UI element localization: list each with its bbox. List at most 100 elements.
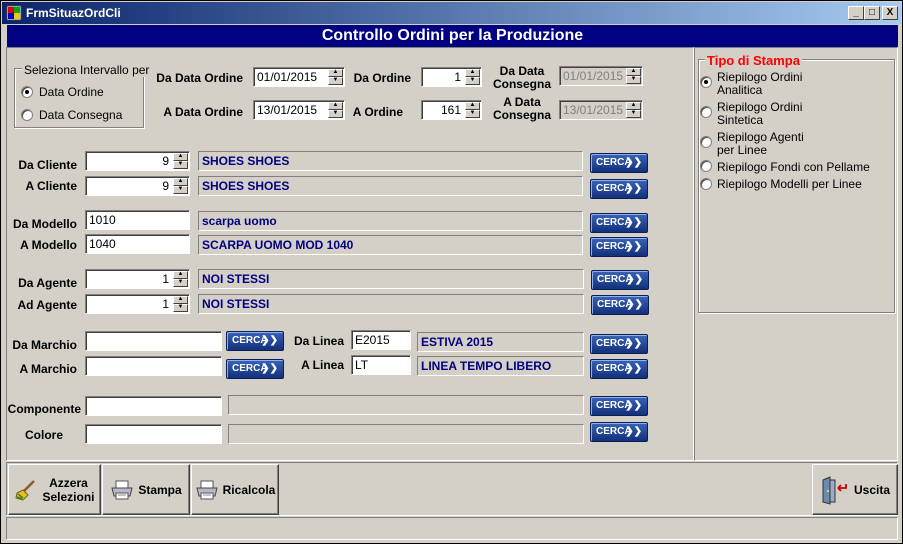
spin-up-icon[interactable]: ▲ [328,102,343,110]
spin-down-icon[interactable]: ▼ [173,304,188,312]
da-linea-field[interactable]: E2015 [351,330,411,350]
da-data-consegna-field: 01/01/2015 ▲ ▼ [559,66,643,86]
a-cliente-field[interactable]: 9 ▲ ▼ [85,176,190,196]
stampa-button[interactable]: Stampa [102,464,190,515]
azzera-label: Azzera Selezioni [42,476,94,504]
da-data-ordine-spin[interactable]: ▲ ▼ [328,69,343,85]
minimize-button[interactable]: _ [848,6,864,20]
a-data-ordine-field[interactable]: 13/01/2015 ▲ ▼ [253,100,345,120]
cerca-da-agente-button[interactable]: CERCA ❯❯ [591,270,649,290]
da-agente-spin[interactable]: ▲ ▼ [173,271,188,287]
stampa-group-title: Tipo di Stampa [705,53,802,68]
a-marchio-field[interactable] [85,356,222,376]
spin-up-icon[interactable]: ▲ [173,153,188,161]
azzera-selezioni-button[interactable]: Azzera Selezioni [8,464,101,515]
ad-agente-value: 1 [162,297,169,311]
page-title: Controllo Ordini per la Produzione [7,25,898,47]
cerca-componente-button[interactable]: CERCA ❯❯ [590,396,648,416]
da-ordine-spin[interactable]: ▲ ▼ [465,69,480,85]
chevron-right-icon: ❯❯ [261,363,278,374]
radio-riepilogo-fondi[interactable] [700,160,712,172]
spin-down-icon: ▼ [626,110,641,118]
cerca-da-cliente-button[interactable]: CERCA ❯❯ [590,153,648,173]
spin-up-icon[interactable]: ▲ [328,69,343,77]
cerca-da-linea-button[interactable]: CERCA ❯❯ [590,334,648,354]
radio-riepilogo-agenti[interactable] [700,136,712,148]
radio-data-ordine[interactable] [21,86,33,98]
chevron-right-icon: ❯❯ [625,241,642,252]
cerca-colore-button[interactable]: CERCA ❯❯ [590,422,648,442]
chevron-right-icon: ❯❯ [625,426,642,437]
componente-field[interactable] [85,396,222,416]
da-data-ordine-value: 01/01/2015 [257,70,318,84]
label-line: per Linee [717,143,768,157]
da-marchio-field[interactable] [85,331,222,351]
printer-icon [111,480,133,499]
radio-riepilogo-ordini-sintetica[interactable] [700,106,712,118]
spin-down-icon[interactable]: ▼ [328,77,343,85]
cerca-a-modello-button[interactable]: CERCA ❯❯ [590,237,648,257]
a-modello-desc: SCARPA UOMO MOD 1040 [198,235,583,255]
spin-up-icon: ▲ [626,68,641,76]
cerca-a-cliente-button[interactable]: CERCA ❯❯ [590,179,648,199]
radio-data-consegna[interactable] [21,109,33,121]
cerca-a-marchio-button[interactable]: CERCA ❯❯ [226,359,284,379]
da-data-ordine-field[interactable]: 01/01/2015 ▲ ▼ [253,67,345,87]
azzera-label-2: Selezioni [42,489,95,504]
title-bar[interactable]: FrmSituazOrdCli _ □ X [2,2,901,24]
uscita-button[interactable]: Uscita [812,464,898,515]
cerca-a-linea-button[interactable]: CERCA ❯❯ [590,359,648,379]
spin-down-icon[interactable]: ▼ [465,77,480,85]
componente-desc [228,395,584,415]
colore-desc [228,424,584,444]
ricalcola-button[interactable]: Ricalcola [191,464,279,515]
spin-up-icon[interactable]: ▲ [173,296,188,304]
ad-agente-spin[interactable]: ▲ ▼ [173,296,188,312]
window-title: FrmSituazOrdCli [26,6,121,20]
radio-riepilogo-modelli[interactable] [700,178,712,190]
a-ordine-field[interactable]: 161 ▲ ▼ [421,100,482,120]
spin-up-icon[interactable]: ▲ [465,102,480,110]
spin-down-icon[interactable]: ▼ [465,110,480,118]
da-data-consegna-label-2: Consegna [492,77,551,91]
spin-down-icon[interactable]: ▼ [173,161,188,169]
label-line: Analitica [717,83,763,97]
colore-field[interactable] [85,424,222,444]
a-marchio-label: A Marchio [19,362,77,376]
interval-group-title: Seleziona Intervallo per [22,63,152,77]
spin-up-icon[interactable]: ▲ [173,271,188,279]
close-button[interactable]: X [882,6,898,20]
a-linea-field[interactable]: LT [351,355,411,375]
ad-agente-label: Ad Agente [17,298,77,312]
spin-down-icon: ▼ [626,76,641,84]
a-data-consegna-spin: ▲ ▼ [626,102,641,118]
da-ordine-value: 1 [454,70,461,84]
cerca-da-modello-button[interactable]: CERCA ❯❯ [590,213,648,233]
spin-up-icon[interactable]: ▲ [465,69,480,77]
cerca-ad-agente-button[interactable]: CERCA ❯❯ [591,295,649,315]
spin-up-icon[interactable]: ▲ [173,178,188,186]
ad-agente-field[interactable]: 1 ▲ ▼ [85,294,190,314]
maximize-button[interactable]: □ [864,6,880,20]
ricalcola-label: Ricalcola [222,482,276,497]
radio-riepilogo-ordini-analitica[interactable] [700,76,712,88]
da-modello-field[interactable]: 1010 [85,210,190,230]
a-data-ordine-spin[interactable]: ▲ ▼ [328,102,343,118]
chevron-right-icon: ❯❯ [626,299,643,310]
da-agente-field[interactable]: 1 ▲ ▼ [85,269,190,289]
spin-down-icon[interactable]: ▼ [173,279,188,287]
a-ordine-spin[interactable]: ▲ ▼ [465,102,480,118]
cerca-da-marchio-button[interactable]: CERCA ❯❯ [226,331,284,351]
spin-down-icon[interactable]: ▼ [328,110,343,118]
da-ordine-field[interactable]: 1 ▲ ▼ [421,67,482,87]
da-cliente-field[interactable]: 9 ▲ ▼ [85,151,190,171]
da-cliente-spin[interactable]: ▲ ▼ [173,153,188,169]
spin-down-icon[interactable]: ▼ [173,186,188,194]
chevron-right-icon: ❯❯ [261,335,278,346]
chevron-right-icon: ❯❯ [625,363,642,374]
a-modello-label: A Modello [20,238,77,252]
a-modello-field[interactable]: 1040 [85,234,190,254]
a-cliente-spin[interactable]: ▲ ▼ [173,178,188,194]
app-icon [6,5,22,21]
window: FrmSituazOrdCli _ □ X Controllo Ordini p… [0,0,903,544]
